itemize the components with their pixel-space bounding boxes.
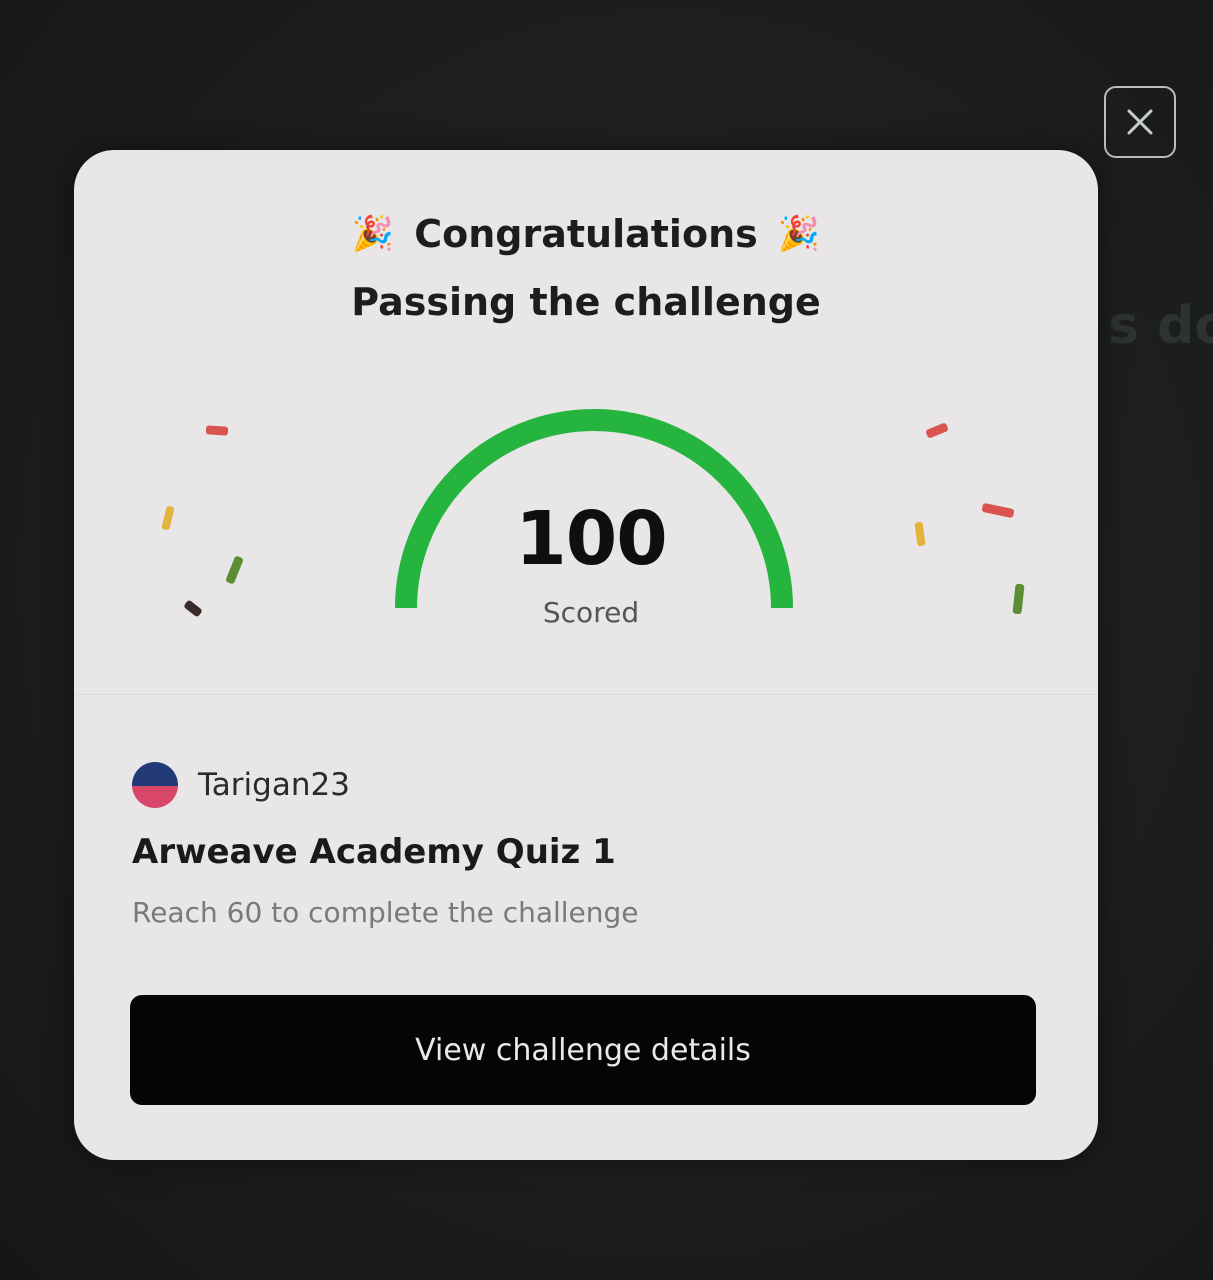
subtitle: Passing the challenge	[351, 280, 821, 324]
view-challenge-details-button[interactable]: View challenge details	[130, 995, 1036, 1105]
score-value: 100	[515, 496, 667, 582]
score-label: Scored	[542, 596, 640, 629]
confetti-piece	[205, 425, 229, 436]
party-popper-icon: 🎉	[777, 214, 821, 254]
challenge-title: Arweave Academy Quiz 1	[132, 832, 616, 872]
result-modal: 🎉 Congratulations 🎉 Passing the challeng…	[74, 150, 1098, 1160]
headline-row: 🎉 Congratulations 🎉	[74, 212, 1098, 256]
close-button[interactable]	[1104, 86, 1176, 158]
headline: Congratulations	[414, 212, 758, 256]
challenge-description: Reach 60 to complete the challenge	[132, 896, 639, 929]
user-row: Tarigan23	[132, 762, 350, 808]
party-popper-icon: 🎉	[351, 214, 395, 254]
avatar	[132, 762, 178, 808]
confetti-piece	[925, 422, 949, 439]
close-icon	[1127, 109, 1153, 135]
divider	[74, 694, 1098, 695]
background-page-text: s do	[1108, 296, 1213, 356]
username: Tarigan23	[198, 767, 350, 803]
